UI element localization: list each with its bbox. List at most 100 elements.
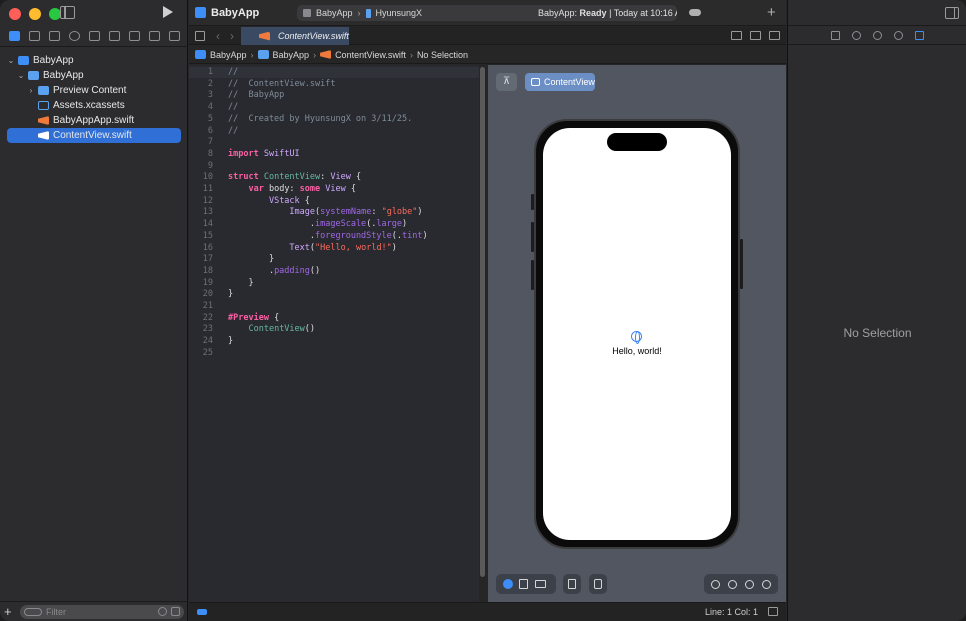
- sidebar-toggle-icon[interactable]: [60, 6, 75, 19]
- code-line[interactable]: .foregroundStyle(.tint): [228, 231, 428, 241]
- warning-icon[interactable]: [88, 31, 100, 41]
- close-button[interactable]: [9, 8, 21, 20]
- code-line[interactable]: }: [228, 278, 253, 288]
- file-inspector-icon[interactable]: [831, 31, 840, 40]
- line-number: 3: [207, 90, 213, 101]
- editor-options-icon[interactable]: [750, 31, 761, 40]
- preview-chip[interactable]: ContentView: [525, 73, 595, 91]
- app-target-icon: [303, 9, 311, 17]
- attributes-icon[interactable]: [915, 31, 924, 40]
- folder-icon[interactable]: [8, 31, 20, 41]
- device-side-button: [531, 260, 534, 290]
- code-line[interactable]: Image(systemName: "globe"): [228, 207, 422, 217]
- code-line[interactable]: }: [228, 289, 233, 299]
- run-button[interactable]: [163, 6, 173, 18]
- hello-text: Hello, world!: [612, 346, 662, 356]
- live-mode-icon[interactable]: [503, 579, 513, 589]
- chevron-down-icon[interactable]: ⌄: [6, 53, 16, 68]
- code-line[interactable]: //: [228, 67, 238, 77]
- source-control-icon[interactable]: [28, 31, 40, 41]
- code-line[interactable]: Text("Hello, world!"): [228, 243, 397, 253]
- tree-item-appfile[interactable]: BabyAppApp.swift: [0, 113, 188, 128]
- dynamic-island: [607, 133, 667, 151]
- accessibility-icon[interactable]: [894, 31, 903, 40]
- zoom-actual-icon[interactable]: [728, 579, 737, 589]
- debug-icon[interactable]: [128, 31, 140, 41]
- inspector-toggle-icon[interactable]: [945, 7, 959, 19]
- device-picker-button[interactable]: [589, 574, 607, 594]
- zoom-in-icon[interactable]: [762, 579, 771, 589]
- code-line[interactable]: //: [228, 126, 238, 136]
- status-app: BabyApp:: [538, 8, 578, 18]
- debug-area-icon[interactable]: [197, 609, 207, 615]
- code-line[interactable]: // Created by HyunsungX on 3/11/25.: [228, 114, 412, 124]
- line-number: 24: [202, 336, 213, 347]
- toolbar: BabyApp BabyApp › HyunsungX BabyApp: Rea…: [189, 0, 786, 26]
- line-number: 11: [202, 184, 213, 194]
- zoom-fit-icon[interactable]: [745, 579, 754, 589]
- filter-input[interactable]: Filter: [20, 604, 184, 619]
- code-line[interactable]: VStack {: [228, 196, 310, 206]
- panel-toggle-icon[interactable]: [768, 607, 778, 616]
- tree-item-folder[interactable]: ⌄ BabyApp: [0, 68, 188, 83]
- scm-filter-icon[interactable]: [171, 607, 180, 616]
- navigator-filter-bar: + Filter: [0, 601, 188, 621]
- history-icon[interactable]: [852, 31, 861, 40]
- tree-item-assets[interactable]: Assets.xcassets: [0, 98, 188, 113]
- breadcrumb-project[interactable]: BabyApp: [210, 50, 247, 60]
- scrollbar[interactable]: [480, 67, 485, 577]
- grid-icon[interactable]: [195, 31, 205, 41]
- help-icon[interactable]: [873, 31, 882, 40]
- bookmark-icon[interactable]: [48, 31, 60, 41]
- add-icon[interactable]: +: [767, 4, 776, 21]
- minimize-button[interactable]: [29, 8, 41, 20]
- cloud-icon[interactable]: [689, 9, 701, 16]
- variants-icon[interactable]: [535, 580, 546, 588]
- breadcrumb-selection[interactable]: No Selection: [417, 50, 468, 60]
- tab-contentview[interactable]: ContentView.swift: [241, 27, 349, 45]
- code-editor[interactable]: 1 // 2 // ContentView.swift 3 // BabyApp 4 // 5 /…: [189, 65, 479, 602]
- filter-options-icon[interactable]: [24, 607, 42, 616]
- related-items-icon[interactable]: [731, 31, 742, 40]
- add-icon[interactable]: +: [4, 604, 16, 619]
- search-icon[interactable]: [68, 31, 80, 41]
- pin-icon[interactable]: ⊼: [496, 73, 517, 91]
- breadcrumb-file[interactable]: ContentView.swift: [335, 50, 406, 60]
- tree-item-contentview[interactable]: ContentView.swift: [7, 128, 181, 143]
- test-icon[interactable]: [108, 31, 120, 41]
- tree-item-project[interactable]: ⌄ BabyApp: [0, 53, 188, 68]
- line-number: 18: [202, 265, 213, 276]
- code-line[interactable]: var body: some View {: [228, 184, 356, 194]
- tree-item-preview-content[interactable]: › Preview Content: [0, 83, 188, 98]
- code-line[interactable]: .imageScale(.large): [228, 219, 407, 229]
- forward-arrow-icon[interactable]: ›: [230, 29, 234, 43]
- scheme-target[interactable]: BabyApp: [316, 8, 353, 18]
- scheme-device[interactable]: HyunsungX: [376, 8, 423, 18]
- split-editor-icon[interactable]: [769, 31, 780, 40]
- back-arrow-icon[interactable]: ‹: [216, 29, 220, 43]
- chevron-down-icon[interactable]: ⌄: [16, 68, 26, 83]
- code-line[interactable]: // BabyApp: [228, 90, 284, 100]
- code-line[interactable]: }: [228, 254, 274, 264]
- zoom-out-icon[interactable]: [711, 579, 720, 589]
- code-line[interactable]: struct ContentView: View {: [228, 172, 361, 182]
- chevron-right-icon[interactable]: ›: [26, 83, 36, 98]
- recent-files-icon[interactable]: [158, 607, 167, 616]
- code-line[interactable]: .padding(): [228, 266, 320, 276]
- report-icon[interactable]: [168, 31, 180, 41]
- breakpoint-icon[interactable]: [148, 31, 160, 41]
- code-line[interactable]: // ContentView.swift: [228, 79, 335, 89]
- device-settings-icon: [568, 579, 576, 589]
- swift-file-icon: [38, 116, 49, 125]
- code-line[interactable]: }: [228, 336, 233, 346]
- code-line[interactable]: #Preview {: [228, 313, 279, 323]
- breadcrumb-folder[interactable]: BabyApp: [273, 50, 310, 60]
- file-tree: ⌄ BabyApp ⌄ BabyApp › Preview Content As…: [0, 53, 188, 143]
- device-screen[interactable]: Hello, world!: [543, 128, 731, 540]
- selectable-mode-icon[interactable]: [519, 579, 528, 589]
- code-line[interactable]: //: [228, 102, 238, 112]
- device-settings-button[interactable]: [563, 574, 581, 594]
- line-number: 21: [202, 301, 213, 311]
- code-line[interactable]: ContentView(): [228, 324, 315, 334]
- code-line[interactable]: import SwiftUI: [228, 149, 300, 159]
